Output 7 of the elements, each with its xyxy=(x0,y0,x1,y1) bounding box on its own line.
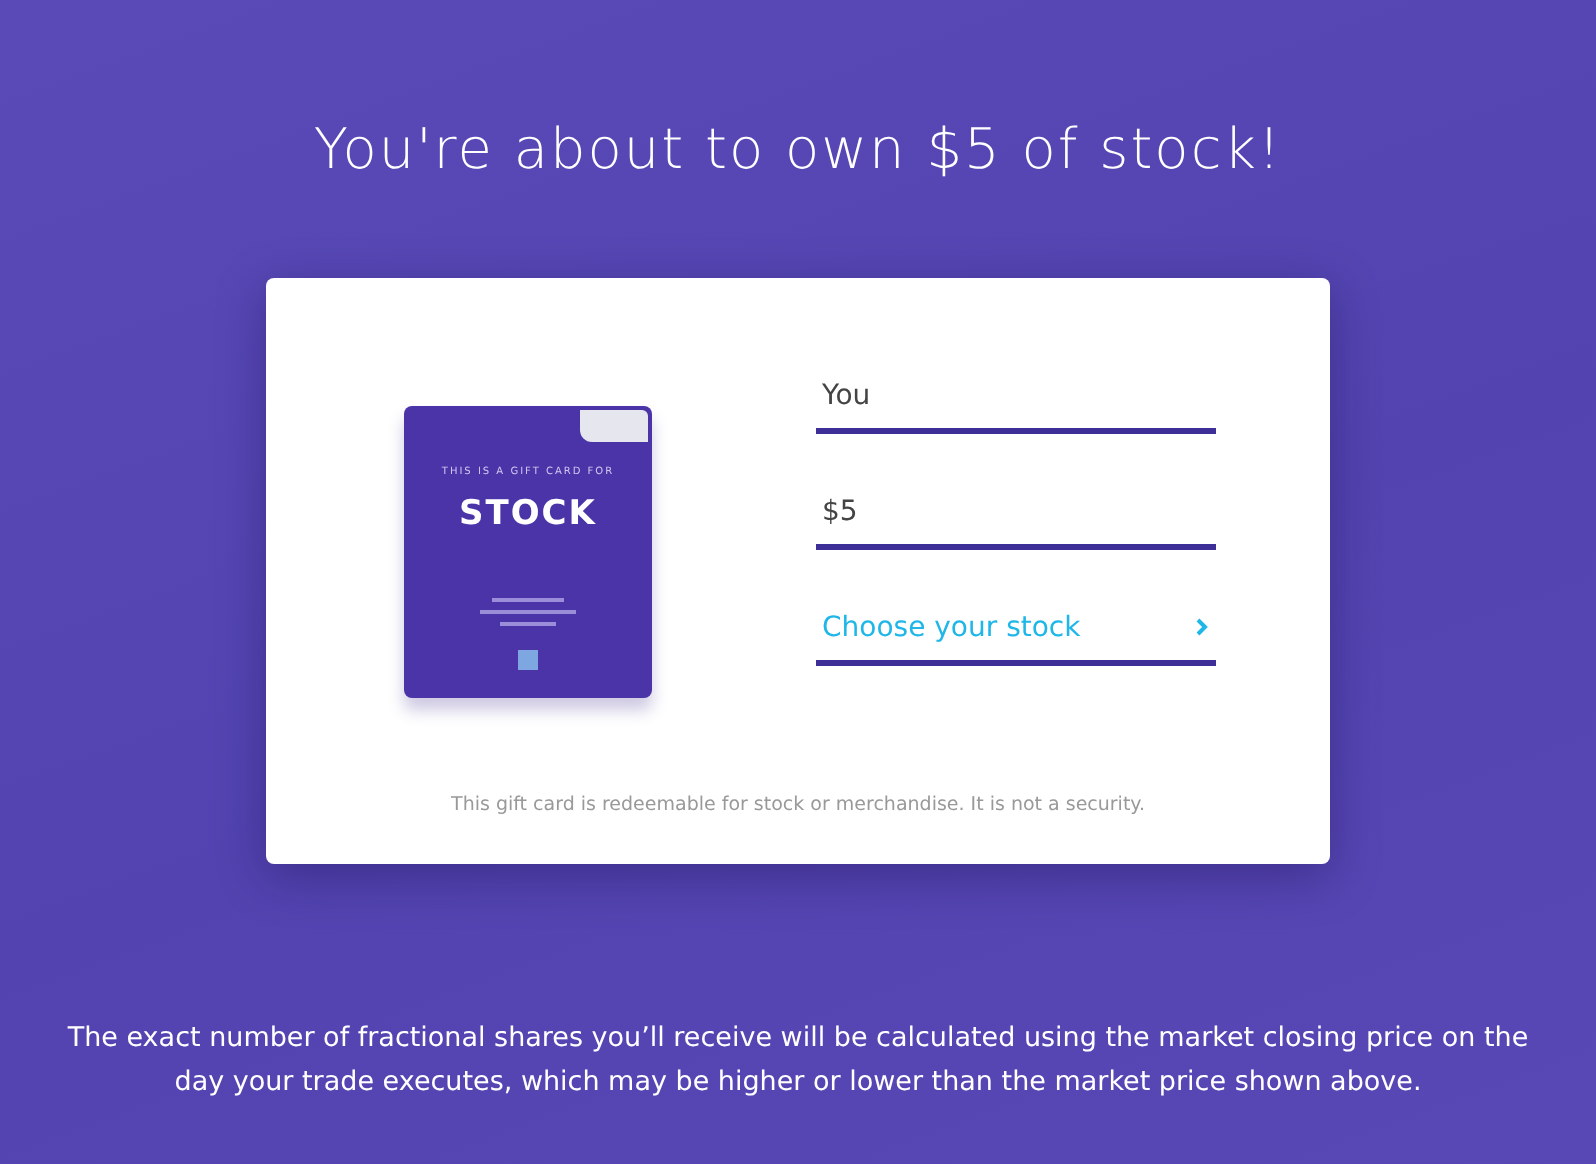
text-field[interactable]: You xyxy=(816,362,1216,434)
text-field[interactable]: $5 xyxy=(816,478,1216,550)
disclaimer-text: This gift card is redeemable for stock or merchandise. It is not a security. xyxy=(451,794,1145,816)
card-title: STOCK xyxy=(459,494,597,534)
page-heading: You're about to own $5 of stock! xyxy=(313,116,1283,182)
footnote-text: The exact number of fractional shares you’ll receive will be calculated using the market closing price on the day your trade executes, which may be higher or lower than the market price shown above. xyxy=(65,1020,1531,1102)
chevron-icon xyxy=(1196,618,1208,636)
